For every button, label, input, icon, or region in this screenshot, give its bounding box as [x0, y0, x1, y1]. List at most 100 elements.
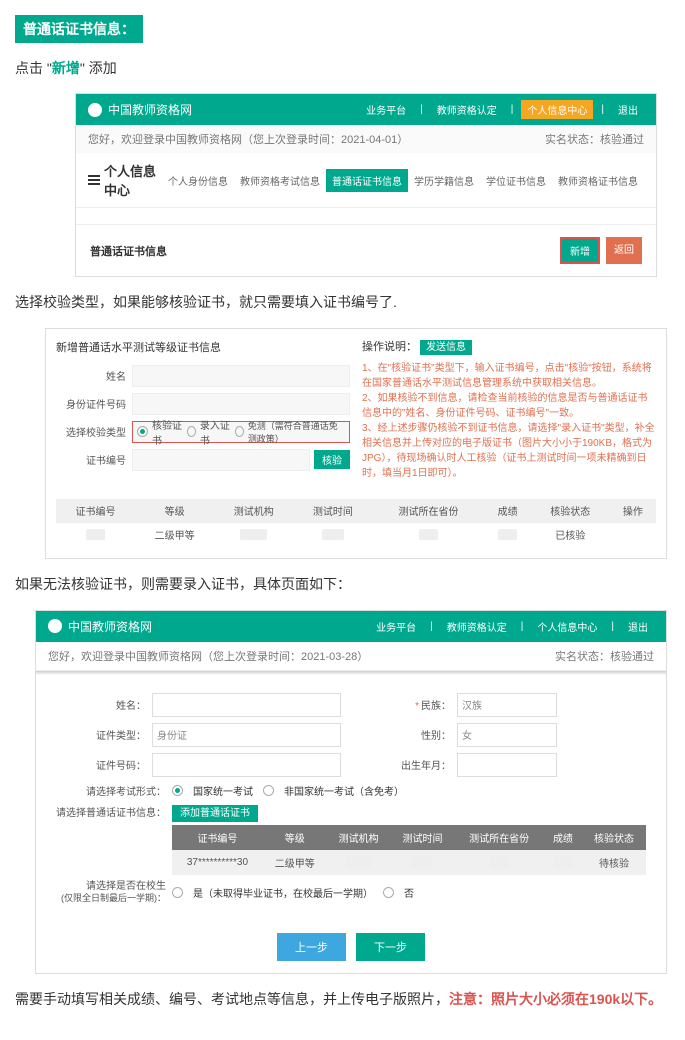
nav-logout[interactable]: 退出	[612, 100, 644, 119]
table-row[interactable]: 37**********30 二级甲等 待核验	[172, 850, 646, 875]
radio-verify-label: 核验证书	[152, 417, 183, 447]
th-org: 测试机构	[214, 499, 293, 523]
nav-biz[interactable]: 业务平台	[360, 100, 412, 119]
panel-title: 普通话证书信息	[90, 243, 167, 259]
nav-personal[interactable]: 个人信息中心	[521, 100, 593, 119]
label-in-school-sub: (仅限全日制最后一学期)：	[56, 893, 166, 904]
radio-enter-cert[interactable]	[187, 426, 196, 437]
select-cert-type[interactable]: 身份证	[152, 723, 341, 747]
radio-free[interactable]	[235, 426, 244, 437]
th-score: 成绩	[485, 499, 531, 523]
new-button[interactable]: 新增	[560, 237, 600, 264]
masked-data	[490, 857, 509, 868]
td-level: 二级甲等	[135, 523, 214, 547]
radio-free-label: 免测（需符合普通话免测政策）	[248, 419, 345, 445]
th-status: 核验状态	[582, 825, 646, 850]
input-cert-no[interactable]	[132, 449, 310, 471]
label-select-cert: 请选择普通话证书信息：	[56, 804, 172, 819]
verify-button[interactable]: 核验	[314, 450, 350, 469]
masked-data	[346, 857, 370, 868]
th-time: 测试时间	[293, 499, 372, 523]
td-level: 二级甲等	[263, 850, 327, 875]
menu-icon	[88, 175, 100, 185]
radio-verify-cert[interactable]	[137, 426, 148, 437]
tab-cert[interactable]: 教师资格证书信息	[552, 169, 644, 192]
next-button[interactable]: 下一步	[356, 933, 425, 961]
realname-label: 实名状态：	[545, 134, 600, 146]
nav-biz[interactable]: 业务平台	[370, 617, 422, 636]
th-level: 等级	[263, 825, 327, 850]
inst-3: 3、经上述步骤仍核验不到证书信息，请选择"录入证书"类型，补全相关信息并上传对应…	[362, 421, 656, 481]
brand-text: 中国教师资格网	[108, 101, 192, 118]
nav-logout[interactable]: 退出	[622, 617, 654, 636]
td-cert-no: 37**********30	[172, 850, 263, 875]
select-gender[interactable]: 女	[457, 723, 557, 747]
input-birth[interactable]	[457, 753, 557, 777]
input-idcard[interactable]	[132, 393, 350, 415]
label-name: 姓名	[56, 368, 132, 383]
radio-non-national[interactable]	[263, 785, 274, 796]
logo-icon	[48, 619, 62, 633]
masked-data	[322, 529, 344, 540]
tab-identity[interactable]: 个人身份信息	[162, 169, 234, 192]
tab-exam[interactable]: 教师资格考试信息	[234, 169, 326, 192]
radio-national-label: 国家统一考试	[193, 783, 253, 798]
paragraph-2: 选择校验类型，如果能够核验证书，就只需要填入证书编号了.	[15, 291, 670, 313]
label-gender: 性别：	[361, 727, 457, 742]
radio-no-label: 否	[404, 885, 414, 900]
label-nation: 民族：	[361, 697, 457, 712]
paragraph-4: 需要手动填写相关成绩、编号、考试地点等信息，并上传电子版照片，注意：照片大小必须…	[15, 988, 670, 1010]
prev-button[interactable]: 上一步	[277, 933, 346, 961]
input-cert-no[interactable]	[152, 753, 341, 777]
td-status: 已核验	[531, 523, 610, 547]
text: 点击 "	[15, 60, 52, 76]
tab-education[interactable]: 学历学籍信息	[408, 169, 480, 192]
nav-auth[interactable]: 教师资格认定	[441, 617, 513, 636]
header-bar: 中国教师资格网 业务平台 | 教师资格认定 | 个人信息中心 | 退出	[76, 94, 656, 125]
masked-data	[240, 529, 267, 540]
input-name[interactable]	[152, 693, 341, 717]
input-name[interactable]	[132, 365, 350, 387]
screenshot-2: 新增普通话水平测试等级证书信息 姓名 身份证件号码 选择校验类型 核验证书 录入…	[45, 328, 667, 560]
tabs: 个人身份信息 教师资格考试信息 普通话证书信息 学历学籍信息 学位证书信息 教师…	[162, 169, 644, 192]
text: 需要手动填写相关成绩、编号、考试地点等信息，并上传电子版照片，	[15, 991, 449, 1007]
nav-auth[interactable]: 教师资格认定	[431, 100, 503, 119]
label-in-school: 请选择是否在校生	[56, 881, 166, 893]
warning-text: 注意：照片大小必须在190k以下。	[449, 991, 662, 1007]
th-cert-no: 证书编号	[56, 499, 135, 523]
screenshot-3: 中国教师资格网 业务平台 | 教师资格认定 | 个人信息中心 | 退出 您好，欢…	[35, 610, 667, 975]
td-status: 待核验	[582, 850, 646, 875]
radio-no[interactable]	[383, 887, 394, 898]
action-new: 新增	[52, 60, 80, 76]
masked-data	[412, 857, 434, 868]
radio-yes[interactable]	[172, 887, 183, 898]
label-exam-form: 请选择考试形式：	[56, 783, 172, 798]
back-button[interactable]: 返回	[606, 237, 642, 264]
th-org: 测试机构	[327, 825, 391, 850]
select-nation[interactable]: 汉族	[457, 693, 557, 717]
masked-data	[86, 529, 105, 540]
label-cert-no: 证书编号	[56, 452, 132, 467]
masked-data	[554, 857, 573, 868]
add-cert-button[interactable]: 添加普通话证书	[172, 805, 258, 822]
radio-national[interactable]	[172, 785, 183, 796]
label-verify-type: 选择校验类型	[56, 424, 132, 439]
send-info-button[interactable]: 发送信息	[420, 340, 472, 355]
welcome-text: 您好，欢迎登录中国教师资格网（您上次登录时间：2021-03-28）	[48, 648, 368, 664]
th-province: 测试所在省份	[372, 499, 484, 523]
tab-putonghua[interactable]: 普通话证书信息	[326, 169, 408, 192]
th-score: 成绩	[544, 825, 582, 850]
inst-2: 2、如果核验不到信息，请检查当前核验的信息是否与普通话证书信息中的"姓名、身份证…	[362, 391, 656, 421]
text: " 添加	[80, 60, 117, 76]
nav-personal[interactable]: 个人信息中心	[531, 617, 603, 636]
th-cert-no: 证书编号	[172, 825, 263, 850]
realname-value: 核验通过	[610, 651, 654, 663]
radio-yes-label: 是（未取得毕业证书，在校最后一学期）	[193, 885, 373, 900]
label-idcard: 身份证件号码	[56, 396, 132, 411]
tab-degree[interactable]: 学位证书信息	[480, 169, 552, 192]
paragraph-3: 如果无法核验证书，则需要录入证书，具体页面如下：	[15, 573, 670, 595]
section-title: 普通话证书信息：	[15, 15, 143, 43]
th-province: 测试所在省份	[454, 825, 543, 850]
paragraph-1: 点击 "新增" 添加	[15, 57, 670, 79]
label-birth: 出生年月：	[361, 757, 457, 772]
